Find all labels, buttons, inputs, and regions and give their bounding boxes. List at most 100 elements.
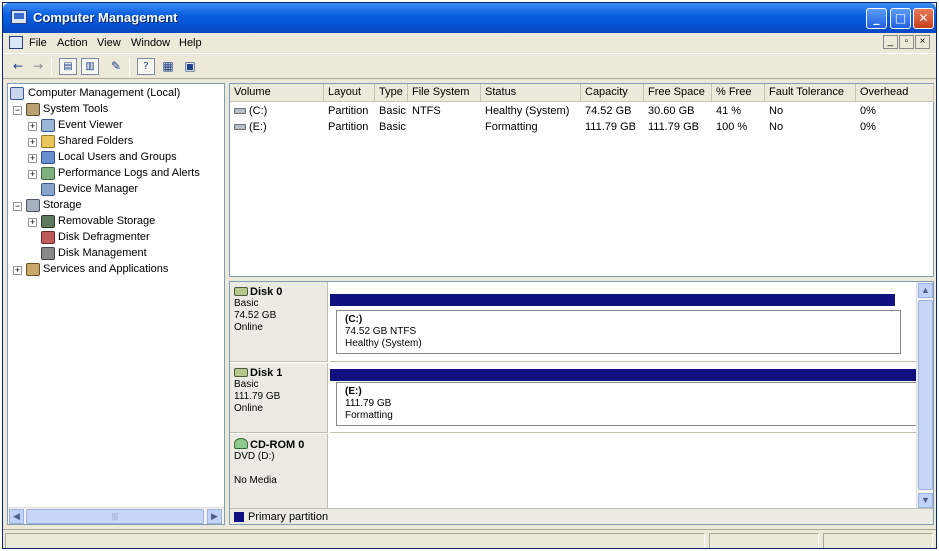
back-icon[interactable]: ←: [9, 58, 27, 75]
disk-icon: [234, 368, 248, 377]
partition-name: (C:): [345, 314, 363, 325]
collapse-icon[interactable]: −: [13, 202, 22, 211]
cell-layout: Partition: [328, 105, 369, 117]
scrollbar-thumb[interactable]: [918, 300, 933, 490]
defrag-icon: [41, 231, 55, 244]
disk-0-info[interactable]: Disk 0 Basic 74.52 GB Online: [230, 282, 328, 362]
table-row[interactable]: (E:) Partition Basic Formatting 111.79 G…: [230, 120, 933, 136]
storage-icon: [26, 199, 40, 212]
partition-detail: 111.79 GB: [345, 398, 392, 409]
cell-status: Healthy (System): [485, 105, 570, 117]
partition-c[interactable]: (C:) 74.52 GB NTFS Healthy (System): [336, 310, 901, 354]
close-button[interactable]: ✕: [913, 8, 934, 29]
menu-window[interactable]: Window: [131, 37, 170, 49]
menu-help[interactable]: Help: [179, 37, 202, 49]
disk-1-info[interactable]: Disk 1 Basic 111.79 GB Online: [230, 363, 328, 433]
users-icon: [41, 151, 55, 164]
device-manager-icon: [41, 183, 55, 196]
scroll-right-icon[interactable]: ▶: [207, 509, 222, 524]
disk-type: DVD (D:): [234, 451, 275, 462]
cell-type: Basic: [379, 105, 406, 117]
console-tree: Computer Management (Local) − System Too…: [7, 83, 225, 525]
show-hide-tree-icon[interactable]: ▥: [81, 58, 99, 75]
scrollbar-thumb[interactable]: |||: [26, 509, 204, 524]
menu-action[interactable]: Action: [57, 37, 88, 49]
mdi-restore-button[interactable]: ▫: [899, 35, 914, 49]
removable-storage-icon: [41, 215, 55, 228]
cell-volume: (E:): [230, 121, 267, 133]
export-list-icon[interactable]: ▦: [159, 58, 177, 75]
expand-icon[interactable]: +: [28, 170, 37, 179]
help-icon[interactable]: ?: [137, 58, 155, 75]
performance-icon: [41, 167, 55, 180]
up-level-icon[interactable]: ▤: [59, 58, 77, 75]
disk-view-vertical-scrollbar[interactable]: ▲ ▼: [916, 282, 933, 510]
title-bar[interactable]: Computer Management _ □ ✕: [3, 3, 936, 33]
minimize-button[interactable]: _: [866, 8, 887, 29]
maximize-button[interactable]: □: [890, 8, 911, 29]
cdrom-0-info[interactable]: CD-ROM 0 DVD (D:) No Media: [230, 434, 328, 510]
computer-icon: [10, 87, 24, 100]
column-header-overhead[interactable]: Overhead: [856, 84, 934, 102]
expand-icon[interactable]: +: [28, 154, 37, 163]
scroll-up-icon[interactable]: ▲: [918, 283, 933, 298]
column-header-percent-free[interactable]: % Free: [712, 84, 765, 102]
partition-name: (E:): [345, 386, 362, 397]
table-row[interactable]: (C:) Partition Basic NTFS Healthy (Syste…: [230, 104, 933, 120]
column-header-status[interactable]: Status: [481, 84, 581, 102]
expand-icon[interactable]: +: [28, 122, 37, 131]
partition-status: Formatting: [345, 410, 393, 421]
graphical-disk-view: Disk 0 Basic 74.52 GB Online (C:) 74.52 …: [229, 281, 934, 525]
mdi-close-button[interactable]: ×: [915, 35, 930, 49]
forward-icon[interactable]: →: [29, 58, 47, 75]
cell-fault-tolerance: No: [769, 105, 784, 117]
expand-icon[interactable]: +: [28, 138, 37, 147]
menu-file[interactable]: File: [29, 37, 47, 49]
cell-capacity: 111.79 GB: [585, 121, 636, 133]
disk-name: Disk 0: [250, 286, 283, 298]
disk-management-icon: [41, 247, 55, 260]
column-header-volume[interactable]: Volume: [230, 84, 324, 102]
disk-size: 74.52 GB: [234, 310, 277, 321]
cell-overhead: 0%: [860, 121, 876, 133]
cell-capacity: 74.52 GB: [585, 105, 632, 117]
properties-icon[interactable]: ✎: [107, 58, 125, 75]
collapse-icon[interactable]: −: [13, 106, 22, 115]
expand-icon[interactable]: +: [13, 266, 22, 275]
disk-type: Basic: [234, 298, 259, 309]
menu-view[interactable]: View: [97, 37, 121, 49]
column-header-file-system[interactable]: File System: [408, 84, 481, 102]
column-header-fault-tolerance[interactable]: Fault Tolerance: [765, 84, 856, 102]
column-header-free-space[interactable]: Free Space: [644, 84, 712, 102]
expand-icon[interactable]: +: [28, 218, 37, 227]
column-header-type[interactable]: Type: [375, 84, 408, 102]
primary-partition-bar: [330, 369, 916, 381]
disk-icon: [234, 287, 248, 296]
volume-list-header: Volume Layout Type File System Status Ca…: [230, 84, 934, 102]
services-icon: [26, 263, 40, 276]
volume-list: Volume Layout Type File System Status Ca…: [229, 83, 934, 277]
scroll-left-icon[interactable]: ◀: [9, 509, 24, 524]
toolbar-separator: [51, 58, 52, 76]
column-header-layout[interactable]: Layout: [324, 84, 375, 102]
partition-status: Healthy (System): [345, 338, 422, 349]
menu-bar: File Action View Window Help _ ▫ ×: [3, 33, 936, 53]
computer-management-window: Computer Management _ □ ✕ File Action Vi…: [2, 2, 937, 549]
event-viewer-icon: [41, 119, 55, 132]
primary-partition-swatch: [234, 512, 244, 522]
scroll-down-icon[interactable]: ▼: [918, 493, 933, 508]
disk-status: No Media: [234, 475, 277, 486]
cell-free-space: 30.60 GB: [648, 105, 695, 117]
disk-view-icon[interactable]: ▣: [181, 58, 199, 75]
tree-horizontal-scrollbar[interactable]: ◀ ||| ▶: [8, 507, 224, 524]
disk-0-partitions: (C:) 74.52 GB NTFS Healthy (System): [330, 282, 917, 362]
disk-name: Disk 1: [250, 367, 283, 379]
volume-icon: [234, 124, 246, 131]
cell-volume: (C:): [230, 105, 267, 117]
mdi-minimize-button[interactable]: _: [883, 35, 898, 49]
column-header-capacity[interactable]: Capacity: [581, 84, 644, 102]
partition-e[interactable]: (E:) 111.79 GB Formatting: [336, 382, 922, 426]
cell-percent-free: 100 %: [716, 121, 748, 133]
mdi-window-icon[interactable]: [9, 36, 23, 49]
cell-percent-free: 41 %: [716, 105, 742, 117]
